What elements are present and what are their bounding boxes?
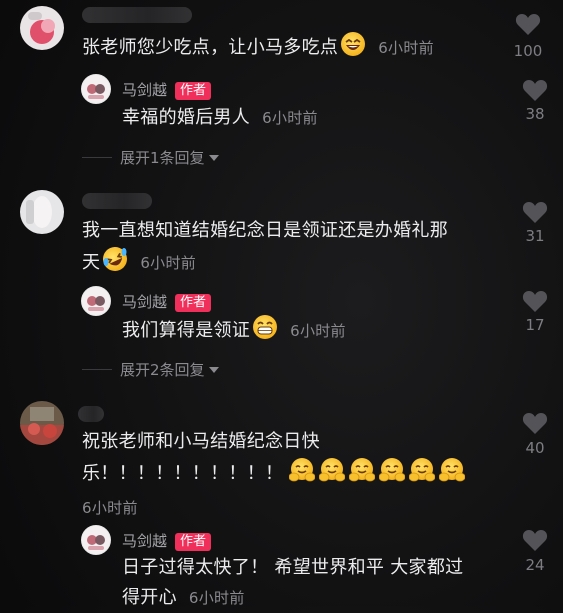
reply-body: 我们算得是领证 xyxy=(122,320,251,341)
author-badge: 作者 xyxy=(175,533,212,551)
heart-icon xyxy=(522,530,548,551)
author-badge: 作者 xyxy=(175,294,212,312)
username-blurred[interactable] xyxy=(82,193,152,209)
reply-body-line2: 得开心 xyxy=(122,587,177,608)
comment-text: 我一直想知道结婚纪念日是领证还是办婚礼那 天 6小时前 xyxy=(82,216,448,282)
hugging-emoji-icon xyxy=(318,457,346,493)
author-avatar[interactable] xyxy=(81,525,111,555)
comment-body-line1: 祝张老师和小马结婚纪念日快 xyxy=(82,431,320,452)
hugging-emoji-icon xyxy=(438,457,466,493)
comment-time: 6小时前 xyxy=(140,254,197,272)
author-avatar-image xyxy=(82,287,110,315)
like-button[interactable] xyxy=(522,200,548,228)
heart-icon xyxy=(522,202,548,223)
hugging-emoji-icon xyxy=(378,457,406,493)
laughing-emoji-icon xyxy=(340,31,366,67)
author-name[interactable]: 马剑越 xyxy=(122,293,167,311)
comment-text: 祝张老师和小马结婚纪念日快 乐！！！！！！！！！！ 6小时前 xyxy=(82,427,469,523)
reply-body: 幸福的婚后男人 xyxy=(122,107,251,128)
like-count: 31 xyxy=(525,227,545,245)
reply-text: 我们算得是领证 6小时前 xyxy=(122,314,346,350)
comment-time: 6小时前 xyxy=(378,39,434,57)
username-blurred[interactable] xyxy=(78,406,104,422)
comment-body-line2: 天 xyxy=(82,252,101,273)
grinning-emoji-icon xyxy=(252,314,278,350)
avatar[interactable] xyxy=(20,190,64,234)
hugging-emoji-row xyxy=(288,458,469,484)
reply-text: 幸福的婚后男人 6小时前 xyxy=(122,103,318,133)
caret-down-icon xyxy=(208,154,219,161)
comment-text: 张老师您少吃点，让小马多吃点 6小时前 xyxy=(82,31,434,67)
reply-text: 日子过得太快了！ 希望世界和平 大家都过 得开心 6小时前 xyxy=(122,553,463,613)
comment-time: 6小时前 xyxy=(82,499,138,517)
divider-dash xyxy=(82,157,112,158)
avatar-image xyxy=(20,190,64,234)
like-count: 40 xyxy=(525,439,545,457)
expand-replies-button[interactable]: 展开2条回复 xyxy=(82,359,219,380)
hugging-emoji-icon xyxy=(348,457,376,493)
reply-like-button[interactable] xyxy=(522,528,548,556)
author-badge: 作者 xyxy=(175,82,212,100)
comment-body: 张老师您少吃点，让小马多吃点 xyxy=(82,37,339,58)
caret-down-icon xyxy=(208,366,219,373)
rofl-emoji-icon xyxy=(102,246,128,282)
like-button[interactable] xyxy=(522,411,548,439)
reply-like-button[interactable] xyxy=(522,289,548,317)
reply-time: 6小时前 xyxy=(290,322,346,340)
heart-icon xyxy=(515,14,541,35)
reply-like-count: 24 xyxy=(525,556,545,574)
heart-icon xyxy=(522,291,548,312)
hugging-emoji-icon xyxy=(288,457,316,493)
reply-like-count: 38 xyxy=(525,105,545,123)
author-name[interactable]: 马剑越 xyxy=(122,532,167,550)
author-avatar[interactable] xyxy=(81,74,111,104)
avatar[interactable] xyxy=(20,401,64,445)
heart-icon xyxy=(522,80,548,101)
avatar-image xyxy=(20,401,64,445)
expand-replies-button[interactable]: 展开1条回复 xyxy=(82,147,219,168)
avatar[interactable] xyxy=(20,6,64,50)
divider-dash xyxy=(82,369,112,370)
reply-time: 6小时前 xyxy=(188,589,245,607)
expand-replies-label: 展开1条回复 xyxy=(120,149,205,167)
reply-header: 马剑越 作者 xyxy=(122,79,212,100)
comment-body-line1: 我一直想知道结婚纪念日是领证还是办婚礼那 xyxy=(82,220,448,241)
author-avatar[interactable] xyxy=(81,286,111,316)
avatar-image xyxy=(20,6,64,50)
heart-icon xyxy=(522,413,548,434)
reply-like-button[interactable] xyxy=(522,78,548,106)
reply-header: 马剑越 作者 xyxy=(122,530,212,551)
username-blurred[interactable] xyxy=(82,7,192,23)
author-avatar-image xyxy=(82,526,110,554)
reply-body-line1: 日子过得太快了！ 希望世界和平 大家都过 xyxy=(122,557,464,578)
comment-body-line2: 乐！！！！！！！！！！ xyxy=(82,463,284,484)
author-name[interactable]: 马剑越 xyxy=(122,81,167,99)
author-avatar-image xyxy=(82,75,110,103)
reply-like-count: 17 xyxy=(525,316,545,334)
reply-header: 马剑越 作者 xyxy=(122,291,212,312)
expand-replies-label: 展开2条回复 xyxy=(120,361,205,379)
reply-time: 6小时前 xyxy=(262,109,318,127)
like-button[interactable] xyxy=(515,12,541,40)
like-count: 100 xyxy=(513,42,543,60)
hugging-emoji-icon xyxy=(408,457,436,493)
